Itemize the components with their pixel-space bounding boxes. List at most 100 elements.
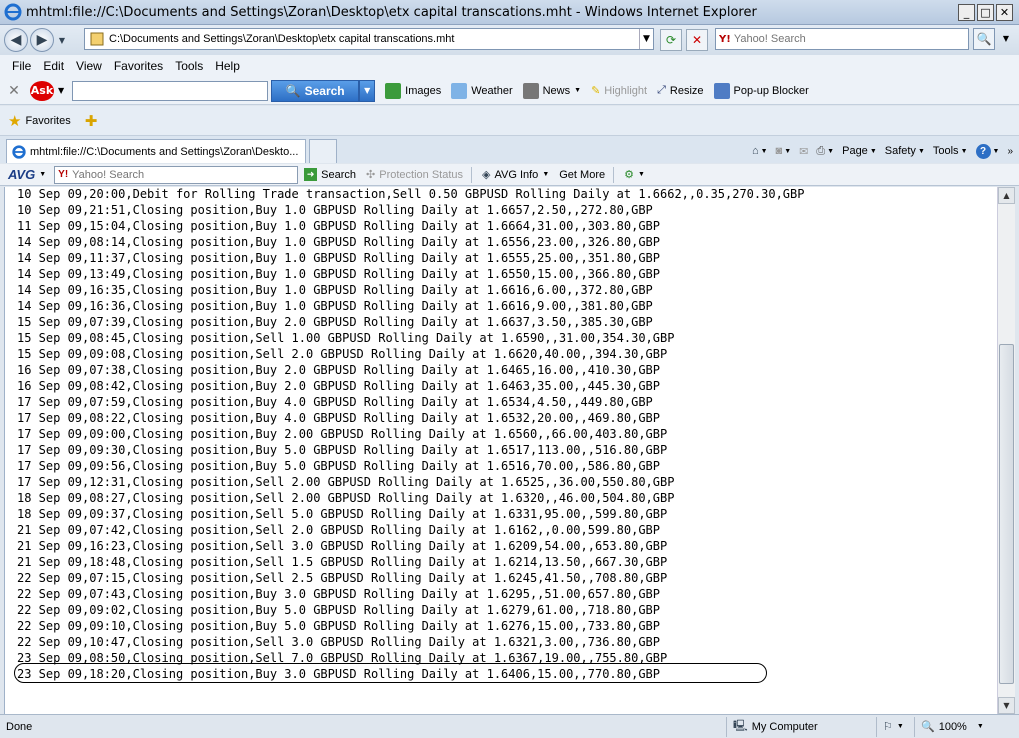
minimize-button[interactable]: _ [958, 3, 975, 21]
title-bar: mhtml:file://C:\Documents and Settings\Z… [0, 0, 1019, 25]
transaction-line: 21 Sep 09,07:42,Closing position,Sell 2.… [17, 523, 660, 537]
forward-arrow-icon: ▶ [36, 32, 48, 48]
vertical-scrollbar[interactable]: ▲ ▼ [997, 187, 1015, 714]
back-button[interactable]: ◀ [4, 28, 28, 52]
tools-menu[interactable]: Tools ▼ [933, 145, 968, 157]
popup-blocker-button[interactable]: Pop-up Blocker [713, 82, 809, 99]
favorites-button[interactable]: ★ Favorites [8, 112, 71, 130]
page-content[interactable]: 10 Sep 09,20:00,Debit for Rolling Trade … [4, 187, 997, 714]
page-menu[interactable]: Page ▼ [842, 145, 877, 157]
ask-logo[interactable]: Ask [30, 80, 54, 101]
chevron-down-icon: ▼ [542, 171, 550, 178]
zoom-label: 100% [938, 720, 967, 733]
forward-button[interactable]: ▶ [30, 28, 54, 52]
avg-search-label: Search [321, 168, 357, 181]
transaction-line: 17 Sep 09,07:59,Closing position,Buy 4.0… [17, 395, 653, 409]
avg-search-box[interactable]: Y! [54, 165, 299, 184]
protection-status-button[interactable]: ✣ Protection Status [366, 168, 464, 182]
page-icon [90, 32, 104, 46]
maximize-button[interactable]: □ [977, 3, 994, 21]
search-options-dropdown[interactable]: ▼ [997, 28, 1015, 50]
new-tab-button[interactable] [309, 139, 337, 163]
transaction-line: 10 Sep 09,20:00,Debit for Rolling Trade … [17, 187, 805, 201]
add-favorite-icon[interactable]: ✚ [85, 112, 98, 130]
get-more-label: Get More [559, 168, 606, 181]
news-icon [522, 82, 539, 99]
ask-search-button[interactable]: 🔍 Search [271, 79, 360, 102]
tab-current[interactable]: mhtml:file://C:\Documents and Settings\Z… [6, 139, 306, 163]
images-button[interactable]: Images [385, 82, 441, 99]
avg-settings-button[interactable]: ⚙ ▼ [624, 168, 645, 181]
settings-icon: ⚙ [624, 169, 634, 181]
menu-tools[interactable]: Tools [175, 59, 203, 73]
ask-dropdown[interactable]: ▼ [58, 86, 64, 95]
resize-icon: ⤢ [657, 84, 666, 96]
weather-icon [451, 82, 468, 99]
home-button[interactable]: ⌂ ▼ [752, 145, 768, 157]
tab-row: mhtml:file://C:\Documents and Settings\Z… [0, 136, 1019, 163]
address-text[interactable]: C:\Documents and Settings\Zoran\Desktop\… [109, 33, 639, 45]
address-bar[interactable]: C:\Documents and Settings\Zoran\Desktop\… [84, 28, 654, 50]
help-icon: ? [975, 143, 991, 159]
menu-file[interactable]: File [12, 59, 31, 73]
help-menu[interactable]: ? ▼ [975, 143, 999, 159]
get-more-button[interactable]: Get More [559, 169, 605, 181]
transaction-line: 11 Sep 09,15:04,Closing position,Buy 1.0… [17, 219, 660, 233]
news-button[interactable]: News ▼ [522, 82, 581, 99]
mail-button[interactable]: ✉ [799, 145, 808, 158]
print-button[interactable]: ⎙ ▼ [816, 145, 834, 158]
search-go-button[interactable]: 🔍 [973, 28, 995, 50]
close-window-button[interactable]: ✕ [996, 3, 1013, 21]
avg-info-button[interactable]: ◈ AVG Info ▼ [482, 168, 550, 182]
scroll-up-button[interactable]: ▲ [998, 187, 1015, 204]
safety-menu[interactable]: Safety ▼ [885, 145, 925, 157]
menu-favorites[interactable]: Favorites [114, 59, 163, 73]
zoom-button[interactable]: 🔍 100% ▼ [914, 716, 994, 737]
stop-button[interactable]: ✕ [686, 29, 708, 51]
zoom-icon: 🔍 [921, 721, 935, 733]
rss-icon: ◙ [775, 145, 783, 157]
transaction-line: 22 Sep 09,07:43,Closing position,Buy 3.0… [17, 587, 660, 601]
popup-blocker-icon [713, 82, 730, 99]
search-box[interactable]: Y! [715, 28, 969, 50]
ask-search-dropdown[interactable]: ▼ [359, 79, 376, 102]
protection-status-label: Protection Status [379, 168, 464, 181]
command-bar: ⌂ ▼ ◙ ▼ ✉ ⎙ ▼ Page ▼ Safety ▼ Tools ▼ ? ▼ » [752, 141, 1013, 161]
refresh-button[interactable]: ⟳ [660, 29, 682, 51]
mail-icon: ✉ [799, 145, 809, 158]
resize-button[interactable]: ⤢ Resize [657, 84, 703, 97]
zone-indicator: 🖳 My Computer [726, 716, 876, 737]
menu-edit[interactable]: Edit [43, 59, 64, 73]
stop-icon: ✕ [691, 33, 703, 47]
protected-mode-icon: ⚐ [883, 721, 893, 733]
transaction-line: 22 Sep 09,09:10,Closing position,Buy 5.0… [17, 619, 660, 633]
address-dropdown[interactable]: ▼ [639, 29, 653, 49]
page-label: Page [842, 145, 868, 157]
transaction-line: 17 Sep 09,09:00,Closing position,Buy 2.0… [17, 427, 668, 441]
ask-search-input[interactable] [72, 80, 269, 101]
highlight-button[interactable]: ✎ Highlight [591, 84, 648, 98]
chevron-down-icon: ▼ [976, 723, 984, 730]
more-chevron[interactable]: » [1007, 146, 1013, 157]
protected-mode-button[interactable]: ⚐ ▼ [876, 716, 914, 737]
menu-view[interactable]: View [76, 59, 102, 73]
feeds-button[interactable]: ◙ ▼ [776, 145, 792, 157]
avg-logo[interactable]: AVG [8, 167, 35, 182]
highlight-label: Highlight [604, 84, 648, 97]
menu-help[interactable]: Help [215, 59, 240, 73]
scroll-down-button[interactable]: ▼ [998, 697, 1015, 714]
history-dropdown[interactable]: ▼ [56, 36, 68, 45]
avg-search-input[interactable] [72, 168, 283, 181]
scroll-thumb[interactable] [999, 344, 1014, 684]
weather-label: Weather [471, 84, 513, 97]
status-text: Done [6, 720, 33, 733]
chevron-down-icon[interactable]: ▼ [39, 171, 46, 178]
avg-search-button[interactable]: ➜ Search [304, 168, 356, 181]
favorites-label: Favorites [25, 114, 71, 127]
search-input[interactable] [733, 33, 954, 45]
printer-icon: ⎙ [816, 144, 826, 157]
home-icon: ⌂ [751, 145, 759, 157]
transaction-line: 15 Sep 09,07:39,Closing position,Buy 2.0… [17, 315, 653, 329]
close-toolbar-icon[interactable]: ✕ [4, 83, 24, 99]
weather-button[interactable]: Weather [451, 82, 513, 99]
